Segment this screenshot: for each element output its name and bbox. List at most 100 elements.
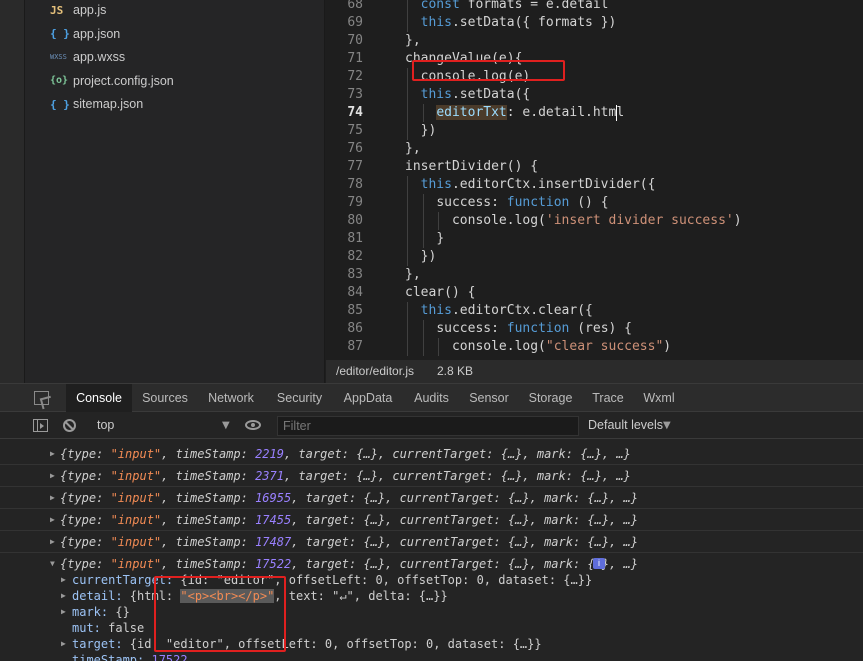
console-log-entry[interactable]: ▶ {type: "input", timeStamp: 2219, target… [0,443,863,465]
expand-arrow-icon[interactable]: ▶ [61,636,66,652]
property-key: detail: [72,589,130,603]
tab-sources[interactable]: Sources [132,384,198,412]
eye-icon[interactable] [245,420,261,430]
property-mark[interactable]: ▶ mark: {} [0,604,863,620]
code-token: () { [569,195,609,210]
code-line[interactable]: 77 insertDivider() { [326,158,863,176]
js-file-icon: JS [50,3,64,17]
code-token: clear() { [405,285,476,300]
log-token: 17455 [255,513,292,527]
console-log-entry[interactable]: ▶ {type: "input", timeStamp: 17455, targe… [0,509,863,531]
property-text: currentTarget: {id: "editor", offsetLeft… [72,572,592,588]
code-text: changeValue(e){ [405,50,522,68]
property-timestamp[interactable]: timeStamp: 17522 [0,652,863,661]
expand-arrow-icon[interactable]: ▶ [50,531,55,553]
tab-appdata[interactable]: AppData [333,384,403,412]
log-token: , timeStamp: [161,447,256,461]
json-file-icon: { } [50,97,70,111]
code-token: this [420,15,452,30]
file-tree-item[interactable]: { } sitemap.json [50,94,143,114]
clear-console-icon[interactable] [63,419,76,432]
code-text: console.log("clear success") [452,338,671,356]
context-selector[interactable]: top [89,416,226,435]
log-token: , timeStamp: [161,513,256,527]
log-token: , timeStamp: [161,535,256,549]
console-log-entry[interactable]: ▶ {type: "input", timeStamp: 16955, targe… [0,487,863,509]
indent-guide [407,68,408,140]
code-editor[interactable]: 68 const formats = e.detail 69 this.setData… [326,0,863,360]
code-line[interactable]: 70}, [326,32,863,50]
code-token: .editorCtx.insertDivider({ [451,177,656,192]
code-token: }) [420,249,437,264]
log-token: 17487 [255,535,292,549]
file-tree-item[interactable]: {o} project.config.json [50,71,174,91]
text-caret [616,105,618,121]
code-line[interactable]: 76}, [326,140,863,158]
tab-audits[interactable]: Audits [403,384,460,412]
code-text: } [436,230,444,248]
file-tree-item[interactable]: { } app.json [50,24,120,44]
code-token: }, [405,33,421,48]
property-detail[interactable]: ▶ detail: {html: "<p><br></p>", text: "↵"… [0,588,863,604]
tab-security[interactable]: Security [266,384,333,412]
code-token: console.log( [451,213,546,228]
tab-storage[interactable]: Storage [518,384,583,412]
code-token: function [506,195,570,210]
inspect-element-icon[interactable] [34,391,49,405]
tab-console[interactable]: Console [66,384,132,412]
code-token: function [506,321,570,336]
log-levels-dropdown[interactable]: Default levels [588,416,663,435]
info-icon[interactable]: i [593,558,605,569]
code-token: this [420,303,452,318]
line-number: 70 [347,33,363,48]
property-mut[interactable]: mut: false [0,620,863,636]
tab-wxml[interactable]: Wxml [633,384,685,412]
tab-network[interactable]: Network [198,384,264,412]
property-value: {id: "editor", offsetLeft: 0, offsetTop:… [180,573,593,587]
code-token: 'insert divider success' [545,213,734,228]
expand-arrow-icon[interactable]: ▶ [50,487,55,509]
expand-arrow-icon[interactable]: ▶ [61,604,66,620]
filter-input[interactable] [277,416,579,436]
log-token: "input" [110,513,162,527]
log-token: , target: {…}, currentTarget: {…}, mark:… [291,491,638,505]
indent-guide [438,212,440,230]
code-line[interactable]: 83}, [326,266,863,284]
expand-arrow-icon[interactable]: ▶ [50,465,55,487]
property-target[interactable]: ▶ target: {id: "editor", offsetLeft: 0, o… [0,636,863,652]
file-tree: JS app.js { } app.json WXSS app.wxss {o} projec… [25,0,325,383]
code-token: this [420,87,452,102]
log-token: {type: [60,513,111,527]
property-value: , text: "↵", delta: {…}} [274,589,448,603]
console-log-entry[interactable]: ▶ {type: "input", timeStamp: 2371, target… [0,465,863,487]
code-line[interactable]: 71 changeValue(e){ [326,50,863,68]
expand-arrow-icon[interactable]: ▶ [61,588,66,604]
code-token: }) [420,123,437,138]
code-text: }, [405,140,421,158]
tab-sensor[interactable]: Sensor [460,384,518,412]
line-number: 71 [347,51,363,66]
property-key: mark: [72,605,116,619]
log-token: 17522 [255,557,292,571]
log-token: , timeStamp: [161,491,256,505]
expand-arrow-icon[interactable]: ▶ [50,509,55,531]
log-token: "input" [110,535,162,549]
log-token: 16955 [255,491,292,505]
property-key: mut: [72,621,109,635]
line-number: 76 [347,141,363,156]
expand-arrow-icon[interactable]: ▶ [50,443,55,465]
log-token: "input" [110,491,162,505]
file-tree-item[interactable]: JS app.js [50,0,106,20]
property-currenttarget[interactable]: ▶ currentTarget: {id: "editor", offsetLef… [0,572,863,588]
sidebar-toggle-icon[interactable] [33,419,48,432]
log-token: , target: {…}, currentTarget: {…}, mark:… [291,535,638,549]
console-log-entry[interactable]: ▶ {type: "input", timeStamp: 17487, targe… [0,531,863,553]
log-token: {type: [60,447,111,461]
code-line[interactable]: 84 clear() { [326,284,863,302]
line-number: 73 [347,87,363,102]
tab-trace[interactable]: Trace [583,384,633,412]
file-name: project.config.json [73,73,174,88]
expand-arrow-icon[interactable]: ▶ [61,572,66,588]
log-token: , target: {…}, currentTarget: {…}, mark:… [283,469,631,483]
file-tree-item[interactable]: WXSS app.wxss [50,47,125,67]
